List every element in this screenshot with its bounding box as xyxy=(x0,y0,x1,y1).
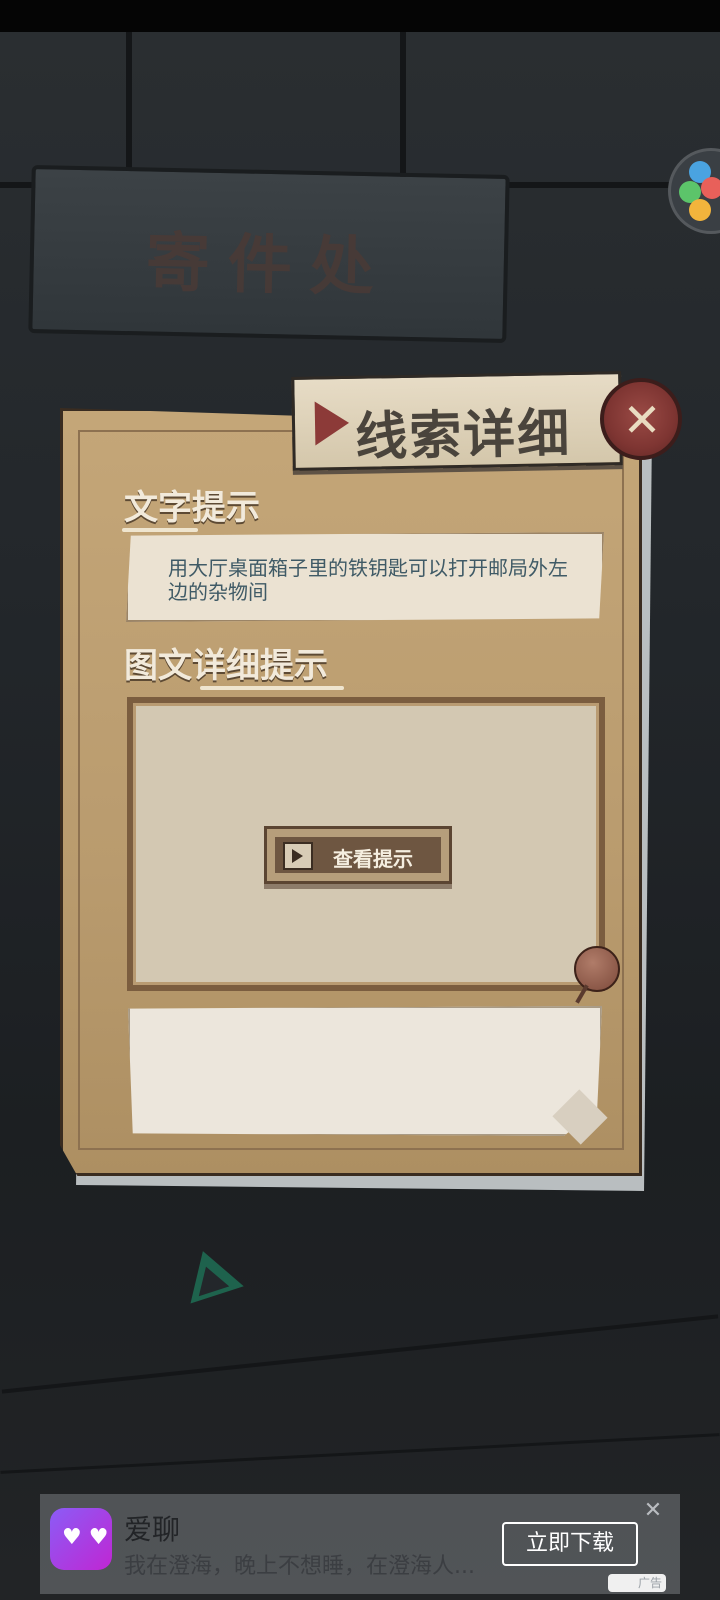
ad-app-name: 爱聊 xyxy=(124,1513,181,1546)
pinwheel-petal xyxy=(689,199,711,221)
app-logo-icon: ♥ ♥ xyxy=(50,1508,112,1570)
image-hint-underline xyxy=(200,686,344,690)
scene-floor-line xyxy=(0,1433,720,1474)
image-hint-label: 图文详细提示 xyxy=(124,646,328,686)
view-hint-label: 查看提示 xyxy=(333,847,413,871)
status-bar xyxy=(0,0,720,32)
post-office-sign: 寄件处 xyxy=(28,165,510,343)
text-hint-label: 文字提示 xyxy=(124,488,260,528)
close-button[interactable]: ✕ xyxy=(600,378,682,460)
cat-face-icon: ♥ ♥ xyxy=(62,1525,109,1550)
scene-floor-line xyxy=(1,1314,719,1394)
pushpin-icon xyxy=(574,946,620,992)
play-icon xyxy=(292,849,303,863)
title-arrow-icon xyxy=(314,400,350,446)
close-icon: ✕ xyxy=(622,393,662,447)
ad-banner[interactable]: ♥ ♥ 爱聊 我在澄海，晚上不想睡，在澄海人... 立即下载 ✕ 广告 xyxy=(40,1494,680,1594)
download-button[interactable]: 立即下载 xyxy=(502,1522,638,1566)
panel-title-board: 线索详细 xyxy=(291,371,623,471)
text-hint-content: 用大厅桌面箱子里的铁钥匙可以打开邮局外左边的杂物间 xyxy=(168,556,568,604)
panel-title: 线索详细 xyxy=(354,404,572,468)
ad-subtitle: 我在澄海，晚上不想睡，在澄海人... xyxy=(124,1554,475,1579)
text-hint-underline xyxy=(122,528,198,532)
scene-beam xyxy=(126,32,132,182)
view-hint-button[interactable]: 查看提示 xyxy=(264,826,452,884)
sign-text: 寄件处 xyxy=(145,225,393,306)
pinwheel-petal xyxy=(701,177,720,199)
video-icon xyxy=(283,842,313,870)
note-paper xyxy=(128,1006,602,1136)
ad-close-icon[interactable]: ✕ xyxy=(640,1498,666,1524)
ad-tag: 广告 xyxy=(608,1574,666,1592)
